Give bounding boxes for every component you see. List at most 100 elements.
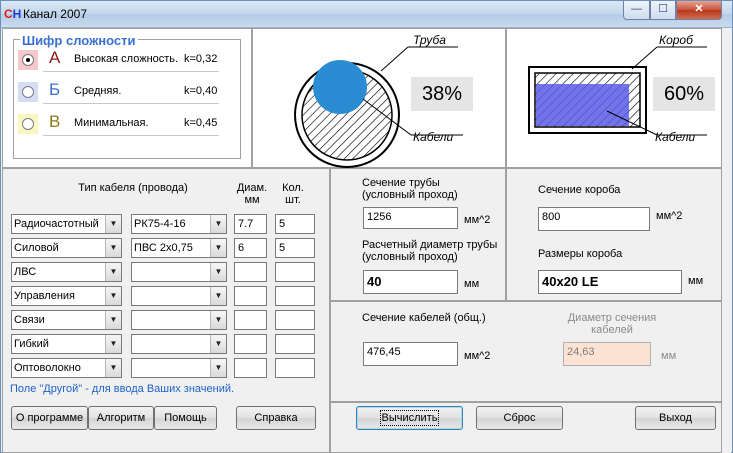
cable-brand-select[interactable]: ▼ (131, 334, 227, 354)
chevron-down-icon[interactable]: ▼ (210, 263, 226, 281)
cable-diameter-input[interactable]: 6 (234, 238, 267, 258)
chevron-down-icon[interactable]: ▼ (210, 311, 226, 329)
cable-type-select-value: ЛВС (14, 266, 37, 278)
calculate-button-label: Вычислить (379, 410, 440, 426)
other-field-hint: Поле "Другой" - для ввода Ваших значений… (10, 383, 235, 395)
cable-section-unit: мм^2 (464, 350, 491, 362)
cable-count-input[interactable] (275, 310, 315, 330)
complexity-label: Средняя. (74, 85, 122, 97)
cable-diameter-input[interactable] (234, 310, 267, 330)
app-window: CH Канал 2007 — ☐ ✕ Шифр сложности А Высо… (0, 0, 733, 453)
cable-brand-select[interactable]: ▼ (131, 262, 227, 282)
header-diameter: Диам. мм (236, 182, 268, 206)
box-size-unit: мм (688, 275, 704, 287)
pipe-label: Труба (413, 33, 446, 47)
about-button[interactable]: О программе (11, 406, 88, 430)
cable-type-select[interactable]: Гибкий ▼ (11, 334, 122, 354)
cable-count-input[interactable] (275, 334, 315, 354)
cable-count-input[interactable]: 5 (275, 238, 315, 258)
cable-count-input[interactable] (275, 286, 315, 306)
cables-panel: Тип кабеля (провода) Диам. мм Кол. шт. Р… (2, 168, 330, 453)
reset-button[interactable]: Сброс (476, 406, 563, 430)
cable-type-select[interactable]: ЛВС ▼ (11, 262, 122, 282)
radio-circle[interactable] (22, 54, 34, 66)
cable-diameter-input[interactable] (234, 262, 267, 282)
radio-circle[interactable] (22, 118, 34, 130)
chevron-down-icon[interactable]: ▼ (105, 215, 121, 233)
complexity-coefficient: k=0,45 (184, 117, 218, 129)
complexity-coefficient: k=0,32 (184, 53, 218, 65)
cable-diameter-unit: мм (661, 350, 677, 362)
cable-type-select[interactable]: Радиочастотный ▼ (11, 214, 122, 234)
cable-type-select-value: Оптоволокно (14, 362, 81, 374)
cable-count-input[interactable]: 5 (275, 214, 315, 234)
radio-circle[interactable] (22, 86, 34, 98)
maximize-button[interactable]: ☐ (650, 1, 676, 20)
cable-calc-panel: Сечение кабелей (общ.) 476,45 мм^2 Диаме… (330, 301, 722, 402)
cable-count-input[interactable] (275, 262, 315, 282)
cable-brand-select[interactable]: РК75-4-16 ▼ (131, 214, 227, 234)
cable-diameter-field: 24,63 (563, 342, 651, 366)
chevron-down-icon[interactable]: ▼ (210, 215, 226, 233)
box-diagram-panel: Короб Кабели 60% (506, 28, 722, 168)
cable-brand-select-value: ПВС 2х0,75 (134, 242, 193, 254)
box-section-field[interactable]: 800 (538, 207, 650, 231)
chevron-down-icon[interactable]: ▼ (210, 335, 226, 353)
complexity-label: Высокая сложность. (74, 53, 179, 65)
box-section-label: Сечение короба (538, 184, 621, 196)
pipe-diameter-field[interactable]: 40 (363, 270, 458, 294)
close-button[interactable]: ✕ (676, 1, 722, 20)
reference-button[interactable]: Справка (236, 406, 316, 430)
complexity-letter: В (49, 112, 61, 131)
help-button[interactable]: Помощь (154, 406, 217, 430)
cable-count-input[interactable] (275, 358, 315, 378)
calculate-button[interactable]: Вычислить (356, 406, 463, 430)
cable-type-select[interactable]: Оптоволокно ▼ (11, 358, 122, 378)
exit-button[interactable]: Выход (635, 406, 716, 430)
pipe-leader-line (380, 46, 409, 72)
cable-diameter-input-value: 6 (238, 242, 245, 254)
chevron-down-icon[interactable]: ▼ (105, 311, 121, 329)
box-label: Короб (659, 33, 693, 47)
cable-type-select[interactable]: Управления ▼ (11, 286, 122, 306)
chevron-down-icon[interactable]: ▼ (105, 335, 121, 353)
cable-diameter-input[interactable]: 7.7 (234, 214, 267, 234)
title-bar[interactable]: CH Канал 2007 — ☐ ✕ (1, 1, 732, 28)
pipe-section-field[interactable]: 1256 (363, 207, 458, 229)
client-area: Шифр сложности А Высокая сложность. k=0,32… (2, 28, 731, 453)
actions-panel: Вычислить Сброс Выход (330, 402, 722, 453)
cable-count-input-value: 5 (279, 242, 286, 254)
chevron-down-icon[interactable]: ▼ (210, 239, 226, 257)
pipe-cables-label: Кабели (413, 130, 454, 144)
chevron-down-icon[interactable]: ▼ (105, 239, 121, 257)
complexity-letter: А (49, 48, 61, 67)
cable-diameter-input[interactable] (234, 286, 267, 306)
pipe-fill-percent: 38% (411, 77, 473, 111)
pipe-section-label: Сечение трубы (условный проход) (362, 177, 458, 201)
algorithm-button[interactable]: Алгоритм (88, 406, 154, 430)
cable-brand-select[interactable]: ПВС 2х0,75 ▼ (131, 238, 227, 258)
chevron-down-icon[interactable]: ▼ (105, 287, 121, 305)
header-cable-type: Тип кабеля (провода) (78, 182, 188, 194)
complexity-radio-0[interactable] (18, 50, 38, 70)
chevron-down-icon[interactable]: ▼ (210, 359, 226, 377)
cable-diameter-input[interactable] (234, 358, 267, 378)
cable-section-field[interactable]: 476,45 (363, 342, 458, 366)
cable-diameter-input[interactable] (234, 334, 267, 354)
cable-section-label: Сечение кабелей (общ.) (362, 312, 486, 324)
box-size-field[interactable]: 40х20 LE (538, 270, 682, 294)
chevron-down-icon[interactable]: ▼ (105, 263, 121, 281)
complexity-letter: Б (49, 80, 61, 99)
chevron-down-icon[interactable]: ▼ (210, 287, 226, 305)
cable-type-select[interactable]: Связи ▼ (11, 310, 122, 330)
complexity-radio-1[interactable] (18, 82, 38, 102)
complexity-radio-2[interactable] (18, 114, 38, 134)
cable-type-select[interactable]: Силовой ▼ (11, 238, 122, 258)
cable-diameter-input-value: 7.7 (238, 218, 254, 230)
cable-brand-select[interactable]: ▼ (131, 358, 227, 378)
chevron-down-icon[interactable]: ▼ (105, 359, 121, 377)
minimize-button[interactable]: — (623, 1, 650, 20)
cable-brand-select[interactable]: ▼ (131, 286, 227, 306)
cable-brand-select[interactable]: ▼ (131, 310, 227, 330)
box-leader-line (631, 46, 658, 70)
